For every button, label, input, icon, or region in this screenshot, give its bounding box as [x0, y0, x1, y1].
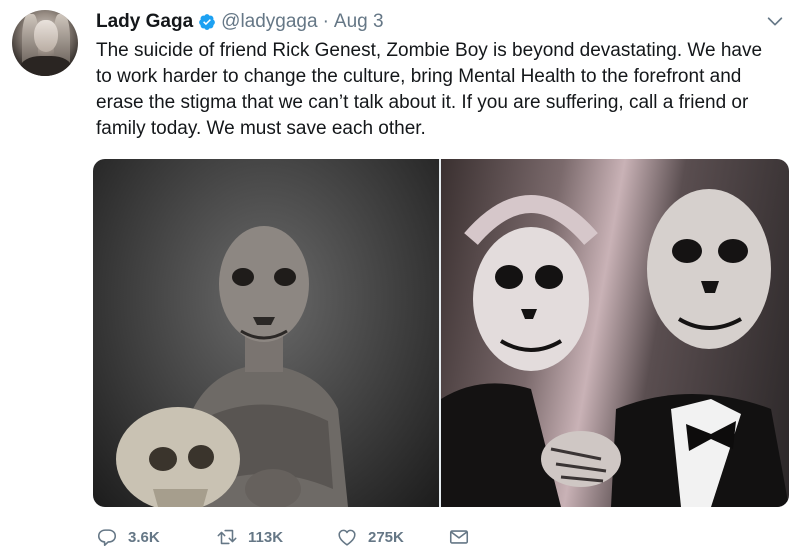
avatar[interactable]	[12, 10, 78, 76]
media-photo-left[interactable]	[93, 159, 439, 507]
media-photo-right[interactable]	[441, 159, 789, 507]
like-count: 275K	[368, 528, 404, 546]
tweet-media	[93, 159, 789, 507]
separator-dot: ·	[322, 11, 329, 32]
retweet-button[interactable]: 113K	[216, 526, 336, 548]
heart-icon	[338, 529, 356, 546]
verified-badge-icon	[199, 14, 216, 30]
author-name[interactable]: Lady Gaga	[96, 11, 193, 33]
chevron-down-icon[interactable]	[764, 10, 786, 32]
tweet-text: The suicide of friend Rick Genest, Zombi…	[96, 40, 763, 139]
tweet-date[interactable]: Aug 3	[334, 11, 384, 33]
reply-icon	[97, 529, 117, 547]
envelope-icon	[449, 530, 469, 544]
reply-count: 3.6K	[128, 528, 160, 546]
tweet-header: Lady Gaga @ladygaga · Aug 3	[96, 9, 384, 35]
retweet-icon	[217, 529, 237, 545]
tweet: Lady Gaga @ladygaga · Aug 3 The suicide …	[0, 0, 800, 553]
reply-button[interactable]: 3.6K	[96, 526, 216, 548]
action-bar: 3.6K 113K 275K	[96, 524, 470, 550]
retweet-count: 113K	[248, 528, 284, 546]
like-button[interactable]: 275K	[336, 526, 448, 548]
direct-message-button[interactable]	[448, 526, 470, 548]
author-handle[interactable]: @ladygaga	[221, 11, 317, 33]
